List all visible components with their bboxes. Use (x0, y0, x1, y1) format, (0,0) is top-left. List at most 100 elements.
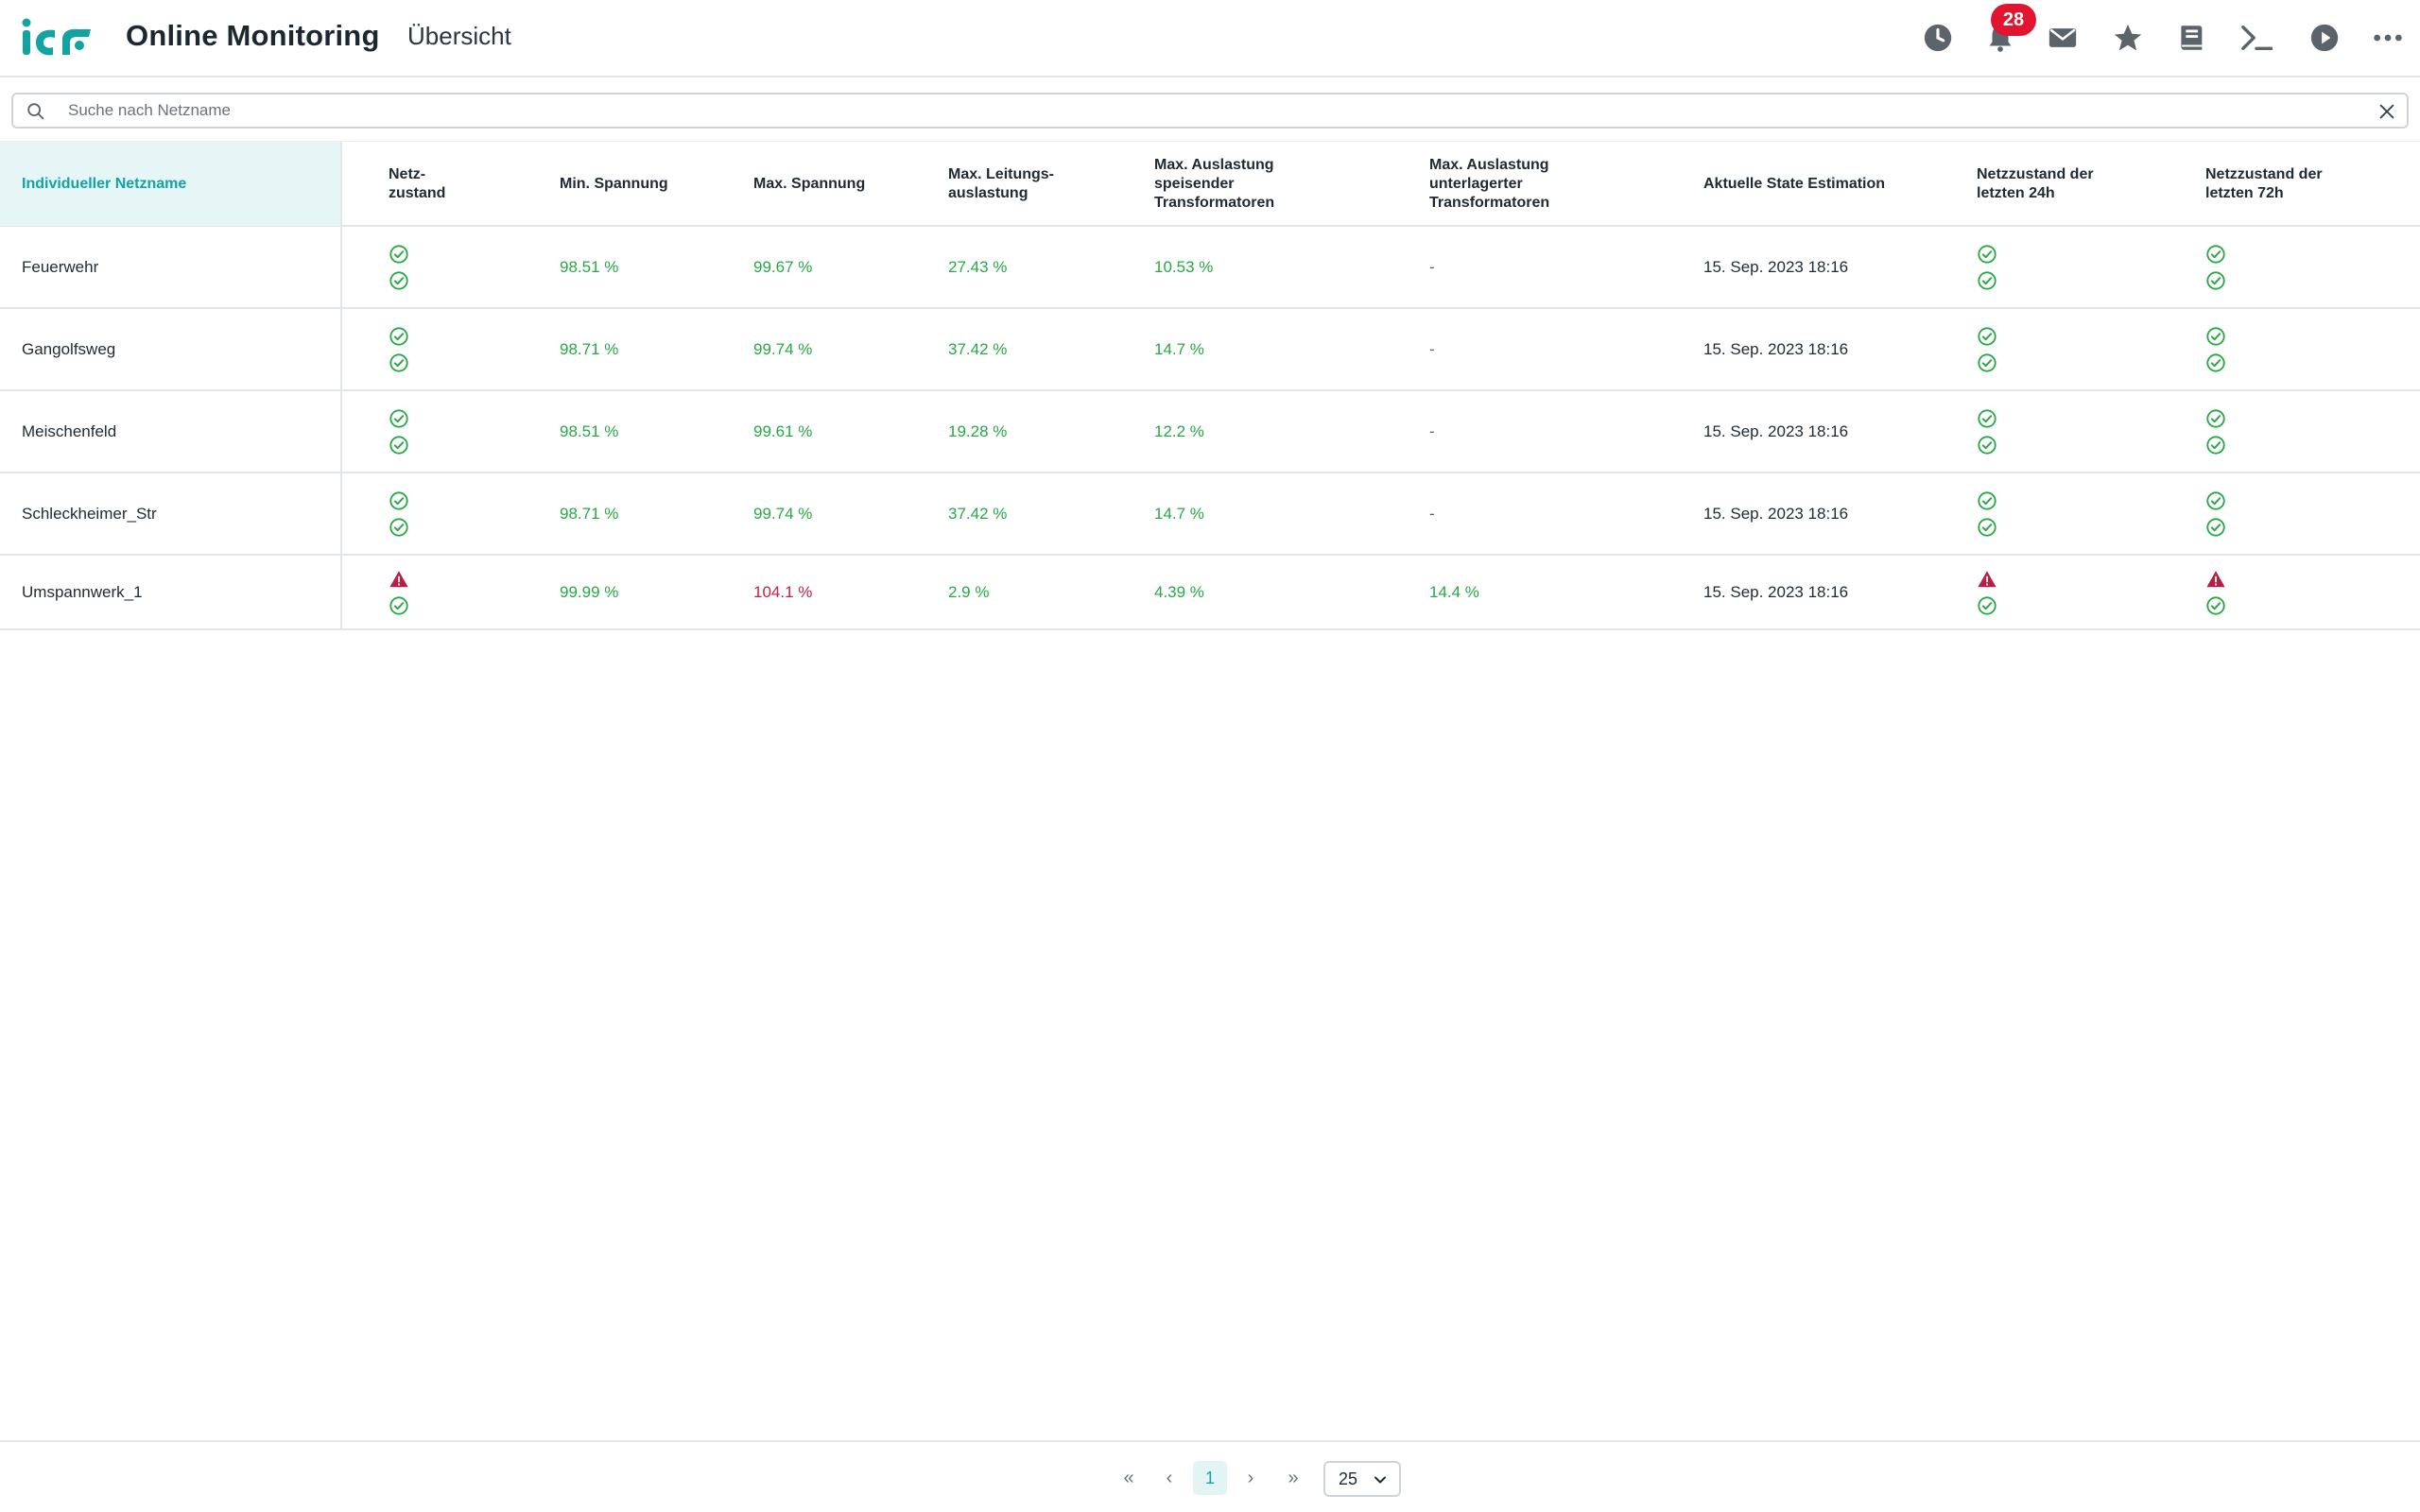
page-size-value: 25 (1339, 1469, 1358, 1488)
check-circle-icon (2205, 435, 2226, 455)
check-circle-icon (389, 326, 409, 347)
logo (22, 18, 91, 56)
check-circle-icon (1977, 326, 1997, 347)
table-row[interactable]: Feuerwehr 98.51 % 99.67 % 27.43 % 10.53 % - 15… (0, 227, 2420, 309)
max-line-load-cell: 27.43 % (948, 257, 1008, 276)
table-row[interactable]: Gangolfsweg 98.71 % 99.74 % 37.42 % 14.7 % - 1… (0, 309, 2420, 391)
last-page-button[interactable]: » (1280, 1461, 1306, 1495)
max-feeding-transformer-cell: 12.2 % (1154, 421, 1204, 440)
network-name-cell: Gangolfsweg (0, 309, 342, 389)
pagination-bar: « ‹ 1 › » 25 (0, 1440, 2420, 1512)
check-circle-icon (1977, 270, 1997, 291)
status-cell-state-24h (1977, 391, 1997, 472)
check-circle-icon (1977, 244, 1997, 265)
mail-icon[interactable] (2044, 19, 2082, 57)
play-icon[interactable] (2306, 19, 2343, 57)
page-title: Übersicht (407, 22, 511, 50)
column-header-label: Min. Spannung (560, 175, 668, 192)
check-circle-icon (2205, 270, 2226, 291)
column-header-label: Max. Leitungs- auslastung (948, 165, 1055, 201)
prev-page-button[interactable]: ‹ (1157, 1461, 1182, 1495)
check-circle-icon (389, 435, 409, 455)
status-cell-state-24h (1977, 309, 1997, 389)
min-voltage-cell: 98.71 % (560, 504, 619, 523)
table-header: Individueller Netzname Netz- zustand Min. … (0, 141, 2420, 227)
max-feeding-transformer-cell: 10.53 % (1154, 257, 1214, 276)
status-cell-state-72h (2205, 556, 2226, 628)
warning-triangle-icon (1977, 569, 1997, 590)
column-header-max-feed[interactable]: Max. Auslastung speisender Transformator… (1154, 142, 1274, 226)
page-size-select[interactable]: 25 (1323, 1461, 1401, 1497)
column-header-state-24h[interactable]: Netzzustand der letzten 24h (1977, 142, 2094, 226)
history-icon[interactable] (1919, 19, 1957, 57)
first-page-button[interactable]: « (1115, 1461, 1142, 1495)
column-header-max-line[interactable]: Max. Leitungs- auslastung (948, 142, 1054, 226)
max-feeding-transformer-cell: 14.7 % (1154, 504, 1204, 523)
column-header-state[interactable]: Netz- zustand (389, 142, 445, 226)
search-icon (27, 103, 44, 120)
max-subordinate-transformer-cell: 14.4 % (1429, 582, 1479, 601)
status-cell-state-72h (2205, 391, 2226, 472)
check-circle-icon (389, 244, 409, 265)
status-cell-state-24h (1977, 556, 1997, 628)
column-header-label: Individueller Netzname (22, 175, 187, 192)
state-estimation-cell: 15. Sep. 2023 18:16 (1703, 504, 1849, 523)
status-cell-state-24h (1977, 473, 1997, 554)
network-name-cell: Umspannwerk_1 (0, 556, 342, 628)
max-voltage-cell: 99.67 % (753, 257, 813, 276)
warning-triangle-icon (389, 569, 409, 590)
column-header-estimation[interactable]: Aktuelle State Estimation (1703, 142, 1885, 226)
table-row[interactable]: Umspannwerk_1 99.99 % 104.1 % 2.9 % 4.39 % 14… (0, 556, 2420, 630)
check-circle-icon (1977, 490, 1997, 511)
max-line-load-cell: 2.9 % (948, 582, 990, 601)
more-icon[interactable] (2369, 19, 2407, 57)
app-header: Online Monitoring Übersicht 28 (0, 0, 2420, 77)
status-cell-state-72h (2205, 309, 2226, 389)
network-table: Individueller Netzname Netz- zustand Min. … (0, 141, 2420, 630)
next-page-button[interactable]: › (1238, 1461, 1263, 1495)
max-voltage-cell: 99.74 % (753, 504, 813, 523)
network-name-cell: Schleckheimer_Str (0, 473, 342, 554)
star-icon[interactable] (2109, 19, 2147, 57)
terminal-icon[interactable] (2238, 19, 2275, 57)
state-estimation-cell: 15. Sep. 2023 18:16 (1703, 421, 1849, 440)
column-header-label: Max. Auslastung speisender Transformator… (1154, 156, 1275, 211)
status-cell-state (389, 473, 409, 554)
check-circle-icon (1977, 595, 1997, 616)
status-cell-state (389, 227, 409, 307)
check-circle-icon (2205, 517, 2226, 538)
max-line-load-cell: 37.42 % (948, 504, 1008, 523)
max-line-load-cell: 19.28 % (948, 421, 1008, 440)
check-circle-icon (1977, 352, 1997, 373)
check-circle-icon (2205, 595, 2226, 616)
column-header-max-v[interactable]: Max. Spannung (753, 142, 865, 226)
column-header-name[interactable]: Individueller Netzname (0, 142, 342, 226)
page-1-button[interactable]: 1 (1193, 1461, 1227, 1495)
min-voltage-cell: 99.99 % (560, 582, 619, 601)
network-name-cell: Feuerwehr (0, 227, 342, 307)
column-header-label: Netz- zustand (389, 165, 446, 201)
chevron-down-icon (1374, 1476, 1386, 1484)
column-header-min-v[interactable]: Min. Spannung (560, 142, 668, 226)
close-icon[interactable] (2377, 101, 2397, 122)
check-circle-icon (389, 517, 409, 538)
max-subordinate-transformer-cell: - (1429, 257, 1435, 276)
book-icon[interactable] (2172, 19, 2210, 57)
column-header-max-sub[interactable]: Max. Auslastung unterlagerter Transforma… (1429, 142, 1549, 226)
table-row[interactable]: Schleckheimer_Str 98.71 % 99.74 % 37.42 % 14… (0, 473, 2420, 556)
check-circle-icon (389, 408, 409, 429)
table-row[interactable]: Meischenfeld 98.51 % 99.61 % 19.28 % 12.2 % -… (0, 391, 2420, 473)
check-circle-icon (1977, 517, 1997, 538)
check-circle-icon (1977, 408, 1997, 429)
notification-badge[interactable]: 28 (1991, 4, 2036, 36)
check-circle-icon (2205, 244, 2226, 265)
column-header-label: Netzzustand der letzten 72h (2205, 165, 2323, 201)
status-cell-state (389, 309, 409, 389)
search-bar (11, 93, 2409, 129)
search-input[interactable] (68, 96, 2337, 125)
column-header-state-72h[interactable]: Netzzustand der letzten 72h (2205, 142, 2323, 226)
max-line-load-cell: 37.42 % (948, 339, 1008, 358)
network-name-cell: Meischenfeld (0, 391, 342, 472)
max-feeding-transformer-cell: 4.39 % (1154, 582, 1204, 601)
app-title: Online Monitoring (126, 19, 380, 52)
